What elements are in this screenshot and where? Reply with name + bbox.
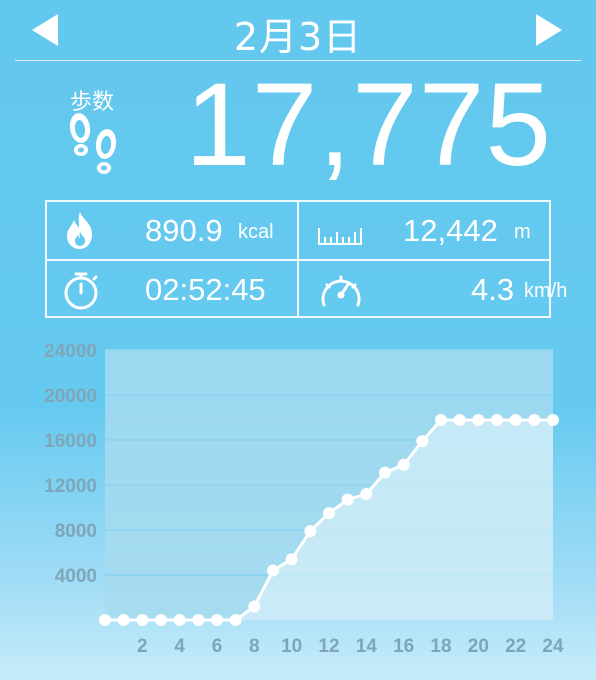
- data-point: [397, 458, 410, 471]
- x-tick-label: 14: [356, 636, 378, 657]
- data-point: [509, 414, 522, 427]
- data-point: [267, 564, 279, 577]
- data-point: [155, 614, 167, 626]
- data-point: [491, 414, 503, 427]
- data-point: [360, 488, 373, 500]
- speed-value: 4.3: [471, 272, 515, 307]
- stopwatch-icon: [64, 272, 98, 310]
- date-title: 2月3日: [233, 15, 363, 59]
- right-triangle-icon[interactable]: [534, 12, 564, 48]
- data-point: [435, 414, 447, 427]
- y-tick-label: 12000: [44, 476, 97, 497]
- distance-cell: 12,442 m: [299, 202, 551, 259]
- data-point: [453, 414, 466, 427]
- data-point: [136, 614, 149, 626]
- speedometer-icon: [321, 275, 361, 307]
- step-count: 17,775: [185, 59, 552, 191]
- data-point: [323, 507, 335, 520]
- calories-unit: kcal: [238, 221, 274, 243]
- data-point: [379, 466, 391, 479]
- date-header: 2月3日: [0, 0, 596, 62]
- data-point: [547, 414, 559, 427]
- data-point: [528, 414, 541, 427]
- calories-value: 890.9: [145, 213, 223, 248]
- data-point: [472, 414, 485, 427]
- x-tick-label: 4: [174, 636, 185, 657]
- data-point: [285, 553, 298, 566]
- x-tick-label: 24: [542, 636, 564, 657]
- hourly-steps-chart: 24000200001600012000800040002 4 6 8 10 12 14 16…: [44, 341, 564, 657]
- speed-cell: 4.3 km/h: [299, 261, 567, 318]
- data-point: [211, 614, 223, 626]
- flame-icon: [67, 212, 93, 249]
- calories-cell: 890.9 kcal: [47, 202, 297, 259]
- duration-value: 02:52:45: [145, 272, 266, 307]
- data-point: [248, 600, 261, 613]
- data-point: [341, 493, 354, 506]
- x-tick-label: 8: [249, 636, 260, 657]
- y-tick-label: 4000: [55, 566, 97, 587]
- distance-unit: m: [514, 221, 531, 243]
- data-point: [304, 525, 317, 538]
- x-tick-label: 6: [212, 636, 223, 657]
- x-tick-label: 2: [137, 636, 148, 657]
- data-point: [229, 614, 242, 626]
- data-point: [192, 614, 205, 626]
- distance-value: 12,442: [403, 213, 498, 248]
- footprints-icon: [69, 113, 117, 174]
- x-tick-label: 12: [318, 636, 339, 657]
- y-tick-label: 8000: [55, 521, 97, 542]
- data-point: [117, 614, 130, 626]
- duration-cell: 02:52:45: [47, 261, 297, 318]
- y-tick-label: 24000: [44, 341, 97, 362]
- stats-grid: 890.9 kcal 12,442 m 02:52:45 4.3 km/h: [45, 200, 567, 318]
- ruler-icon: [318, 228, 362, 245]
- x-tick-label: 18: [430, 636, 451, 657]
- data-point: [173, 614, 186, 626]
- y-tick-label: 16000: [44, 431, 97, 452]
- speed-unit: km/h: [524, 280, 568, 302]
- x-tick-label: 20: [468, 636, 489, 657]
- y-tick-label: 20000: [44, 386, 97, 407]
- data-point: [416, 435, 429, 448]
- x-tick-label: 16: [393, 636, 414, 657]
- x-tick-label: 10: [281, 636, 302, 657]
- x-tick-label: 22: [505, 636, 526, 657]
- data-point: [99, 614, 111, 626]
